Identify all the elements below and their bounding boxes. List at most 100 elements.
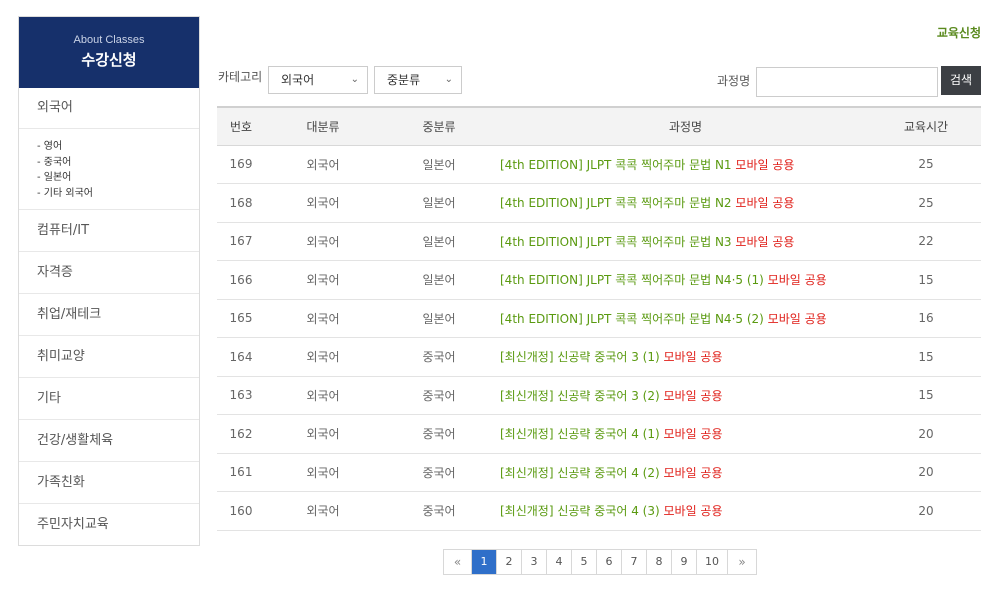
pagination-prev-icon[interactable]: « [444, 550, 472, 574]
row-hours: 20 [871, 491, 981, 531]
row-subcategory: 중국어 [381, 453, 497, 492]
chevron-down-icon: ⌄ [350, 74, 359, 85]
course-name-label: 과정명 [717, 74, 751, 88]
pagination-page-1[interactable]: 1 [472, 550, 497, 574]
category-select-value: 외국어 [281, 73, 315, 87]
course-title-link[interactable]: [4th EDITION] JLPT 콕콕 찍어주마 문법 N2 [500, 196, 732, 210]
row-category: 외국어 [265, 491, 381, 531]
sidebar-subtitle: About Classes [73, 34, 145, 46]
submenu-item-chinese[interactable]: - 중국어 [37, 155, 199, 171]
pagination-page-6[interactable]: 6 [597, 550, 622, 574]
submenu-item-english[interactable]: - 영어 [37, 139, 199, 155]
table-row[interactable]: 169 외국어 일본어 [4th EDITION] JLPT 콕콕 찍어주마 문법 N… [217, 145, 981, 184]
mobile-compatible-label: 모바일 공용 [663, 427, 723, 442]
row-category: 외국어 [265, 222, 381, 261]
pagination: « 1 2 3 4 5 6 7 8 9 10» [443, 549, 757, 575]
course-title-link[interactable]: [최신개정] 신공략 중국어 4 (1) [500, 427, 660, 441]
sidebar-item-health-sports[interactable]: 건강/생활체육 [19, 420, 199, 462]
subcategory-select[interactable]: 중분류 ⌄ [374, 66, 462, 94]
course-title-link[interactable]: [최신개정] 신공략 중국어 3 (2) [500, 389, 660, 403]
row-category: 외국어 [265, 453, 381, 492]
mobile-compatible-label: 모바일 공용 [663, 504, 723, 519]
course-title-link[interactable]: [4th EDITION] JLPT 콕콕 찍어주마 문법 N1 [500, 158, 732, 172]
header-number: 번호 [217, 106, 265, 146]
education-apply-link[interactable]: 교육신청 [937, 24, 981, 41]
table-row[interactable]: 164 외국어 중국어 [최신개정] 신공략 중국어 3 (1) 모바일 공용 15 [217, 337, 981, 377]
row-subcategory: 일본어 [381, 222, 497, 261]
course-table: 번호 대분류 중분류 과정명 교육시간 169 외국어 일본어 [4th EDITIO… [217, 106, 981, 531]
row-category: 외국어 [265, 376, 381, 415]
table-row[interactable]: 161 외국어 중국어 [최신개정] 신공략 중국어 4 (2) 모바일 공용 20 [217, 453, 981, 492]
table-row[interactable]: 168 외국어 일본어 [4th EDITION] JLPT 콕콕 찍어주마 문법 N… [217, 183, 981, 223]
pagination-page-10[interactable]: 10 [697, 550, 728, 574]
row-hours: 25 [871, 145, 981, 184]
sidebar-item-certificate[interactable]: 자격증 [19, 252, 199, 294]
table-row[interactable]: 166 외국어 일본어 [4th EDITION] JLPT 콕콕 찍어주마 문법 N… [217, 260, 981, 300]
header-category: 대분류 [265, 106, 381, 146]
pagination-page-9[interactable]: 9 [672, 550, 697, 574]
mobile-compatible-label: 모바일 공용 [663, 465, 723, 480]
course-title-link[interactable]: [최신개정] 신공략 중국어 3 (1) [500, 350, 660, 364]
mobile-compatible-label: 모바일 공용 [735, 196, 795, 211]
pagination-next-icon[interactable]: » [728, 550, 756, 574]
row-subcategory: 중국어 [381, 491, 497, 531]
course-title-link[interactable]: [최신개정] 신공략 중국어 4 (3) [500, 504, 660, 518]
course-title-link[interactable]: [4th EDITION] JLPT 콕콕 찍어주마 문법 N3 [500, 235, 732, 249]
row-course-cell: [최신개정] 신공략 중국어 4 (1) 모바일 공용 [497, 414, 871, 454]
row-subcategory: 일본어 [381, 260, 497, 300]
row-hours: 20 [871, 453, 981, 492]
course-search-input[interactable] [756, 67, 938, 97]
table-row[interactable]: 165 외국어 일본어 [4th EDITION] JLPT 콕콕 찍어주마 문법 N… [217, 299, 981, 338]
sidebar-item-computer-it[interactable]: 컴퓨터/IT [19, 210, 199, 252]
sidebar-item-resident-autonomy[interactable]: 주민자치교육 [19, 504, 199, 546]
table-row[interactable]: 162 외국어 중국어 [최신개정] 신공략 중국어 4 (1) 모바일 공용 20 [217, 414, 981, 454]
submenu-item-japanese[interactable]: - 일본어 [37, 170, 199, 186]
row-course-cell: [최신개정] 신공략 중국어 4 (2) 모바일 공용 [497, 453, 871, 492]
row-number: 169 [217, 145, 265, 184]
pagination-page-7[interactable]: 7 [622, 550, 647, 574]
sidebar-item-family[interactable]: 가족친화 [19, 462, 199, 504]
sidebar-item-foreign-language[interactable]: 외국어 [19, 88, 199, 129]
pagination-page-4[interactable]: 4 [547, 550, 572, 574]
header-course-name: 과정명 [497, 106, 871, 146]
sidebar-submenu: - 영어 - 중국어 - 일본어 - 기타 외국어 [19, 129, 199, 210]
row-number: 166 [217, 260, 265, 300]
mobile-compatible-label: 모바일 공용 [767, 273, 827, 288]
mobile-compatible-label: 모바일 공용 [767, 311, 827, 326]
sidebar-header: About Classes 수강신청 [19, 17, 199, 88]
pagination-page-5[interactable]: 5 [572, 550, 597, 574]
table-header-row: 번호 대분류 중분류 과정명 교육시간 [217, 106, 981, 146]
row-category: 외국어 [265, 145, 381, 184]
row-hours: 15 [871, 260, 981, 300]
row-number: 163 [217, 376, 265, 415]
mobile-compatible-label: 모바일 공용 [735, 157, 795, 172]
row-course-cell: [4th EDITION] JLPT 콕콕 찍어주마 문법 N4·5 (2) 모… [497, 299, 871, 338]
row-category: 외국어 [265, 337, 381, 377]
header-hours: 교육시간 [871, 106, 981, 146]
sidebar-item-etc[interactable]: 기타 [19, 378, 199, 420]
sidebar-item-employment[interactable]: 취업/재테크 [19, 294, 199, 336]
submenu-item-other-language[interactable]: - 기타 외국어 [37, 186, 199, 202]
table-row[interactable]: 163 외국어 중국어 [최신개정] 신공략 중국어 3 (2) 모바일 공용 15 [217, 376, 981, 415]
pagination-page-2[interactable]: 2 [497, 550, 522, 574]
pagination-page-3[interactable]: 3 [522, 550, 547, 574]
row-category: 외국어 [265, 299, 381, 338]
search-button[interactable]: 검색 [941, 66, 981, 95]
row-hours: 15 [871, 337, 981, 377]
pagination-page-8[interactable]: 8 [647, 550, 672, 574]
course-title-link[interactable]: [최신개정] 신공략 중국어 4 (2) [500, 466, 660, 480]
course-title-link[interactable]: [4th EDITION] JLPT 콕콕 찍어주마 문법 N4·5 (2) [500, 312, 764, 326]
category-select[interactable]: 외국어 ⌄ [268, 66, 368, 94]
table-row[interactable]: 160 외국어 중국어 [최신개정] 신공략 중국어 4 (3) 모바일 공용 20 [217, 491, 981, 531]
row-subcategory: 중국어 [381, 414, 497, 454]
row-hours: 15 [871, 376, 981, 415]
course-title-link[interactable]: [4th EDITION] JLPT 콕콕 찍어주마 문법 N4·5 (1) [500, 273, 764, 287]
row-course-cell: [최신개정] 신공략 중국어 3 (2) 모바일 공용 [497, 376, 871, 415]
sidebar-item-hobby[interactable]: 취미교양 [19, 336, 199, 378]
row-number: 165 [217, 299, 265, 338]
table-row[interactable]: 167 외국어 일본어 [4th EDITION] JLPT 콕콕 찍어주마 문법 N… [217, 222, 981, 261]
row-category: 외국어 [265, 183, 381, 223]
subcategory-select-value: 중분류 [387, 73, 421, 87]
row-subcategory: 중국어 [381, 337, 497, 377]
row-course-cell: [4th EDITION] JLPT 콕콕 찍어주마 문법 N1 모바일 공용 [497, 145, 871, 184]
